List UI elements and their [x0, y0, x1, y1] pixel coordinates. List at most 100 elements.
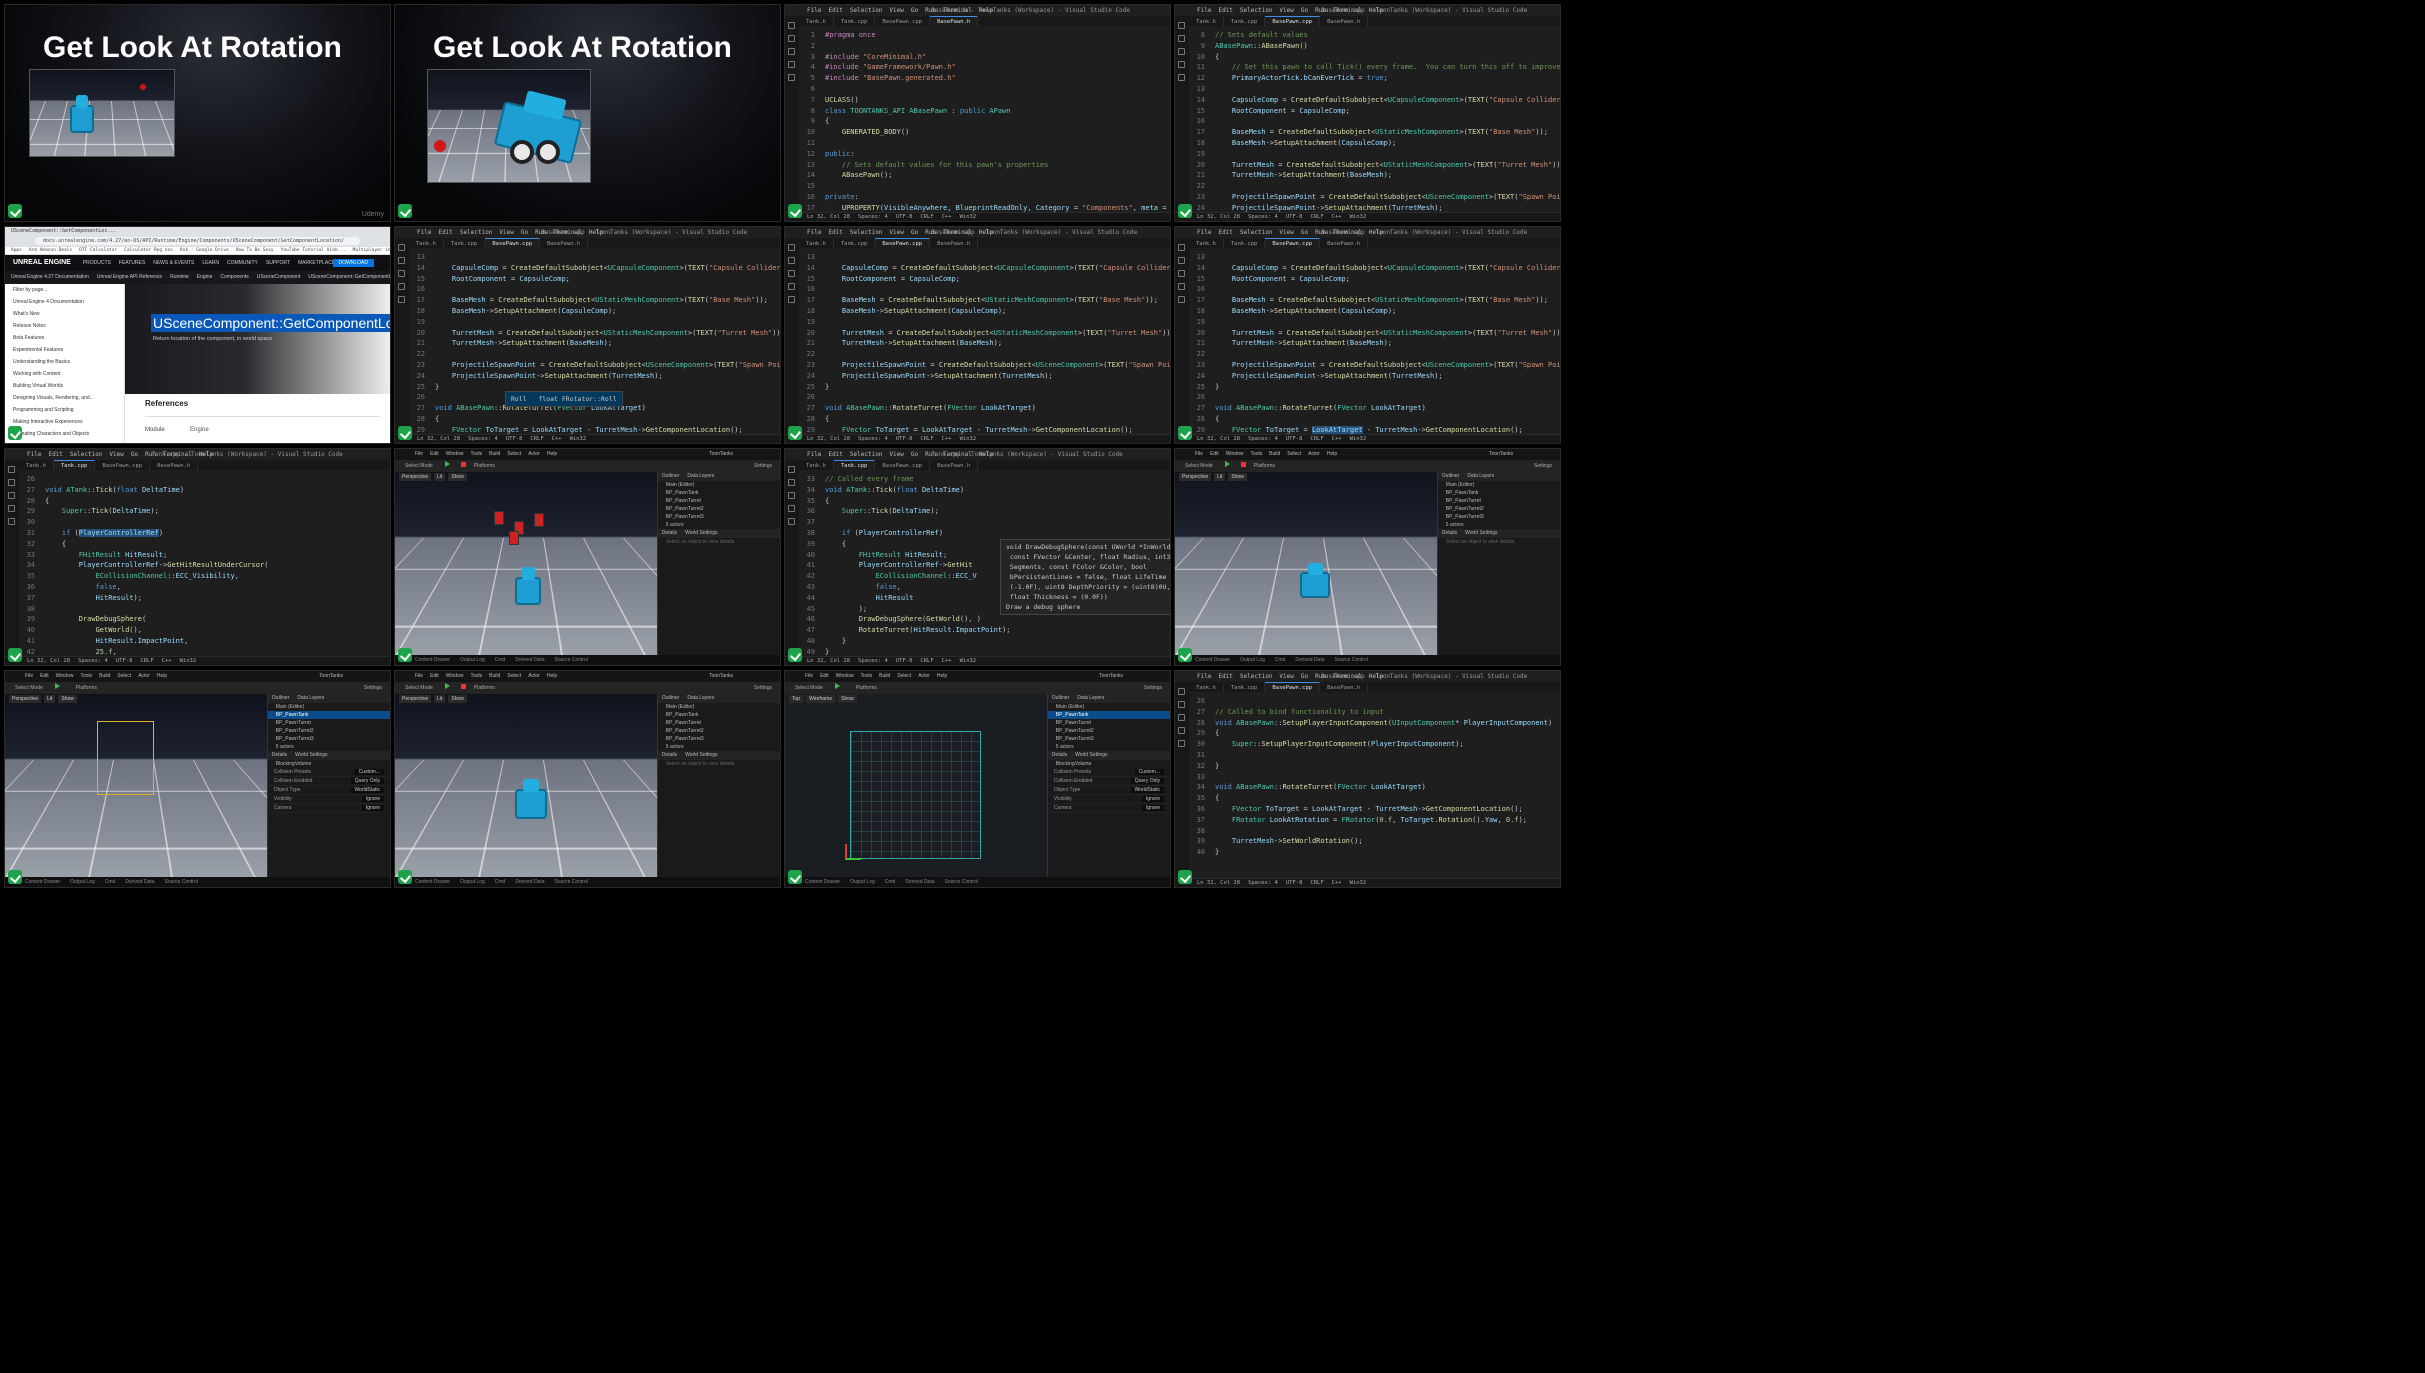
status-item[interactable]: C++	[1332, 880, 1342, 886]
bottom-bar-item[interactable]: Derived Data	[515, 879, 544, 885]
viewport-mode-button[interactable]: Perspective	[9, 695, 42, 703]
details-property[interactable]: Collision Enabled Query Only	[1047, 777, 1170, 786]
status-item[interactable]: CRLF	[920, 436, 933, 442]
extensions-icon[interactable]	[1178, 740, 1185, 747]
status-item[interactable]: C++	[162, 658, 172, 664]
viewport-mode-button[interactable]: Perspective	[1179, 473, 1212, 481]
status-item[interactable]: Spaces: 4	[858, 658, 888, 664]
bookmark-item[interactable]: Multiplayer in Unre...	[353, 248, 390, 253]
bottom-bar-item[interactable]: Content Drawer	[415, 657, 450, 663]
status-item[interactable]: Ln 32, Col 28	[1197, 214, 1240, 220]
details-property[interactable]: Collision Enabled Query Only	[267, 777, 390, 786]
menu-item-selection[interactable]: Selection	[70, 451, 103, 458]
viewport-mode-button[interactable]: Perspective	[399, 695, 432, 703]
level-viewport[interactable]: Perspective Lit Show	[395, 694, 657, 877]
details-property[interactable]: Collision Presets Custom...	[1047, 768, 1170, 777]
nav-item[interactable]: SUPPORT	[266, 260, 290, 266]
platforms-button[interactable]: Platforms	[1254, 463, 1275, 469]
run-debug-icon[interactable]	[1178, 283, 1185, 290]
menu-item[interactable]: Edit	[430, 673, 439, 679]
code-editor[interactable]: 13 14 CapsuleComp = CreateDefaultSubobje…	[1189, 248, 1560, 434]
menu-item[interactable]: Edit	[430, 451, 439, 457]
nav-item[interactable]: NEWS & EVENTS	[153, 260, 194, 266]
menu-item[interactable]: Build	[489, 673, 500, 679]
menu-item-selection[interactable]: Selection	[1240, 229, 1273, 236]
details-property[interactable]: Object Type WorldStatic	[267, 786, 390, 795]
status-item[interactable]: Spaces: 4	[1248, 214, 1278, 220]
level-viewport[interactable]: Perspective Lit Show	[5, 694, 267, 877]
bottom-bar-item[interactable]: Derived Data	[125, 879, 154, 885]
stop-icon[interactable]	[460, 684, 466, 689]
status-item[interactable]: Ln 32, Col 28	[807, 658, 850, 664]
viewport-mode-button[interactable]: Show	[838, 695, 857, 703]
menu-item[interactable]: Window	[836, 673, 854, 679]
menu-item-selection[interactable]: Selection	[460, 229, 493, 236]
sidebar-item[interactable]: Working with Content	[5, 368, 124, 380]
breadcrumb-item[interactable]: USceneComponent	[257, 274, 301, 280]
details-property[interactable]: Visibility Ignore	[267, 795, 390, 804]
run-debug-icon[interactable]	[1178, 727, 1185, 734]
menu-item-go[interactable]: Go	[521, 229, 528, 236]
menu-item-edit[interactable]: Edit	[828, 229, 842, 236]
explorer-icon[interactable]	[788, 22, 795, 29]
platforms-button[interactable]: Platforms	[474, 685, 495, 691]
menu-item[interactable]: Edit	[820, 673, 829, 679]
status-item[interactable]: Win32	[1350, 214, 1367, 220]
menu-item[interactable]: File	[805, 673, 813, 679]
unreal-editor-window[interactable]: File Edit Window Tools Build Select Actor Help T…	[4, 670, 391, 888]
details-property[interactable]: Visibility Ignore	[1047, 795, 1170, 804]
menu-item-view[interactable]: View	[1279, 7, 1293, 14]
property-value[interactable]: Ignore	[361, 796, 384, 802]
bottom-bar-item[interactable]: Output Log	[70, 879, 95, 885]
explorer-icon[interactable]	[398, 244, 405, 251]
search-icon[interactable]	[1178, 35, 1185, 42]
vscode-window[interactable]: File Edit Selection View Go Run Terminal Help Ta…	[4, 448, 391, 666]
sidebar-item[interactable]: Release Notes	[5, 320, 124, 332]
property-value[interactable]: Ignore	[361, 805, 384, 811]
menu-item[interactable]: Edit	[1210, 451, 1219, 457]
address-bar[interactable]: docs.unrealengine.com/4.27/en-US/API/Run…	[35, 237, 360, 245]
unreal-editor-window[interactable]: File Edit Window Tools Build Select Actor Help T…	[1174, 448, 1561, 666]
select-mode-dropdown[interactable]: Select Mode	[1185, 463, 1213, 469]
outliner-row[interactable]: BP_PawnTank	[1438, 489, 1560, 497]
viewport-mode-button[interactable]: Wireframe	[806, 695, 836, 703]
menu-item-go[interactable]: Go	[911, 451, 918, 458]
outliner-row[interactable]: BP_PawnTank	[658, 711, 780, 719]
bookmark-item[interactable]: Apps	[11, 248, 22, 253]
viewport-mode-button[interactable]: Lit	[44, 695, 56, 703]
viewport-mode-button[interactable]: Lit	[434, 473, 446, 481]
bookmark-item[interactable]: Calculator Reg nos	[124, 248, 173, 253]
menu-item-edit[interactable]: Edit	[1218, 229, 1232, 236]
menu-item[interactable]: Tools	[860, 673, 872, 679]
menu-item-selection[interactable]: Selection	[1240, 673, 1273, 680]
explorer-icon[interactable]	[1178, 22, 1185, 29]
outliner-row[interactable]: BP_PawnTurret3	[1048, 735, 1170, 743]
bottom-bar-item[interactable]: Derived Data	[905, 879, 934, 885]
select-mode-dropdown[interactable]: Select Mode	[795, 685, 823, 691]
breadcrumb-item[interactable]: Runtime	[170, 274, 189, 280]
status-item[interactable]: Win32	[1350, 880, 1367, 886]
outliner-row[interactable]: Main (Editor)	[1438, 481, 1560, 489]
search-icon[interactable]	[788, 257, 795, 264]
bottom-bar-item[interactable]: Cmd	[495, 879, 506, 885]
status-item[interactable]: Win32	[960, 214, 977, 220]
vscode-window[interactable]: File Edit Selection View Go Run Terminal Help Ta…	[784, 448, 1171, 666]
explorer-icon[interactable]	[1178, 244, 1185, 251]
bottom-bar-item[interactable]: Content Drawer	[1195, 657, 1230, 663]
explorer-icon[interactable]	[8, 466, 15, 473]
status-item[interactable]: CRLF	[920, 214, 933, 220]
property-value[interactable]: Query Only	[350, 778, 384, 784]
menu-item-view[interactable]: View	[1279, 673, 1293, 680]
code-editor[interactable]: 13 14 CapsuleComp = CreateDefaultSubobje…	[799, 248, 1170, 434]
status-item[interactable]: C++	[552, 436, 562, 442]
menu-item[interactable]: Window	[446, 673, 464, 679]
menu-item[interactable]: Select	[117, 673, 131, 679]
search-icon[interactable]	[1178, 257, 1185, 264]
status-item[interactable]: Ln 32, Col 28	[807, 214, 850, 220]
unreal-engine-logo[interactable]: UNREAL ENGINE	[13, 259, 71, 266]
menu-item[interactable]: Window	[1226, 451, 1244, 457]
outliner-row[interactable]: Main (Editor)	[1048, 703, 1170, 711]
platforms-button[interactable]: Platforms	[76, 685, 97, 691]
nav-item[interactable]: MARKETPLACE	[298, 260, 335, 266]
menu-item[interactable]: Help	[547, 673, 557, 679]
